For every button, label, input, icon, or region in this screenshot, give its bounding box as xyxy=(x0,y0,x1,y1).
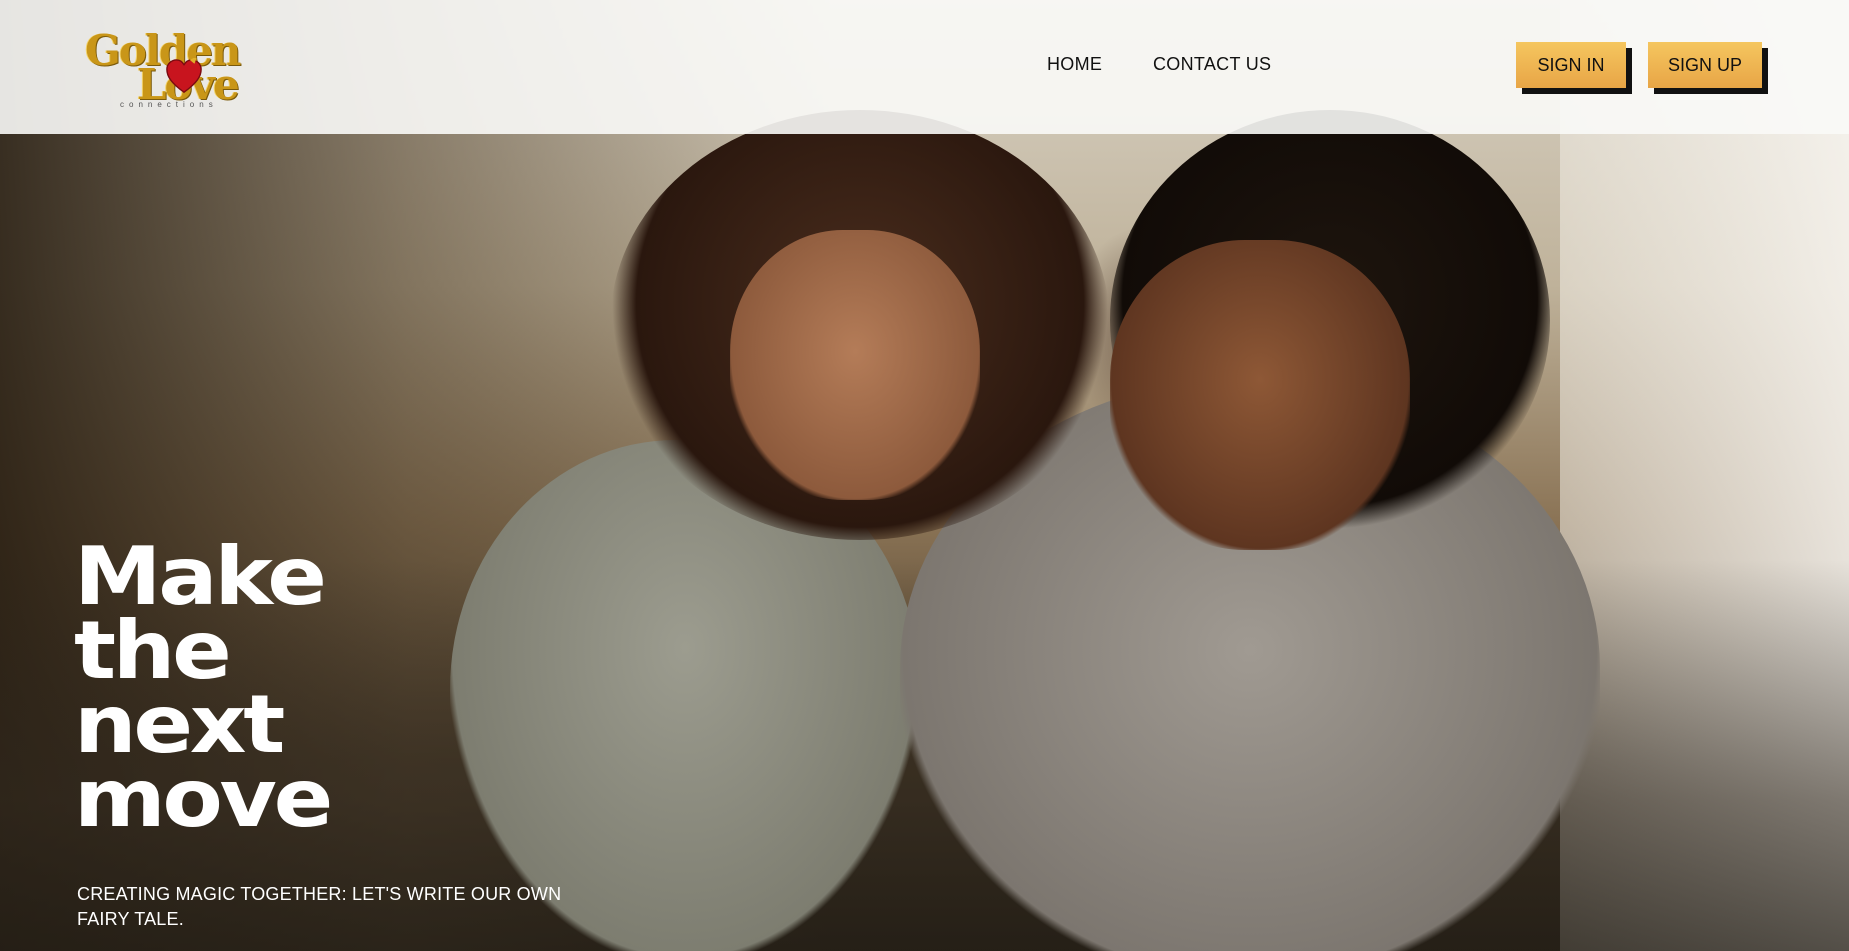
sign-up-button[interactable]: SIGN UP xyxy=(1648,42,1762,88)
sign-in-button[interactable]: SIGN IN xyxy=(1516,42,1626,88)
site-header: Golden Love connections HOME CONTACT US … xyxy=(0,0,1849,134)
logo-tagline: connections xyxy=(120,100,218,109)
heart-icon xyxy=(166,58,202,94)
nav-home-link[interactable]: HOME xyxy=(1047,54,1102,75)
woman-face xyxy=(730,230,980,500)
nav-contact-us-link[interactable]: CONTACT US xyxy=(1153,54,1271,75)
landing-page: Golden Love connections HOME CONTACT US … xyxy=(0,0,1849,951)
brand-logo[interactable]: Golden Love connections xyxy=(85,28,285,110)
man-face xyxy=(1110,240,1410,550)
hero-title: Make the next move xyxy=(74,537,536,839)
hero-title-line: move xyxy=(74,752,333,845)
hero-subtitle: CREATING MAGIC TOGETHER: LET'S WRITE OUR… xyxy=(77,884,562,929)
